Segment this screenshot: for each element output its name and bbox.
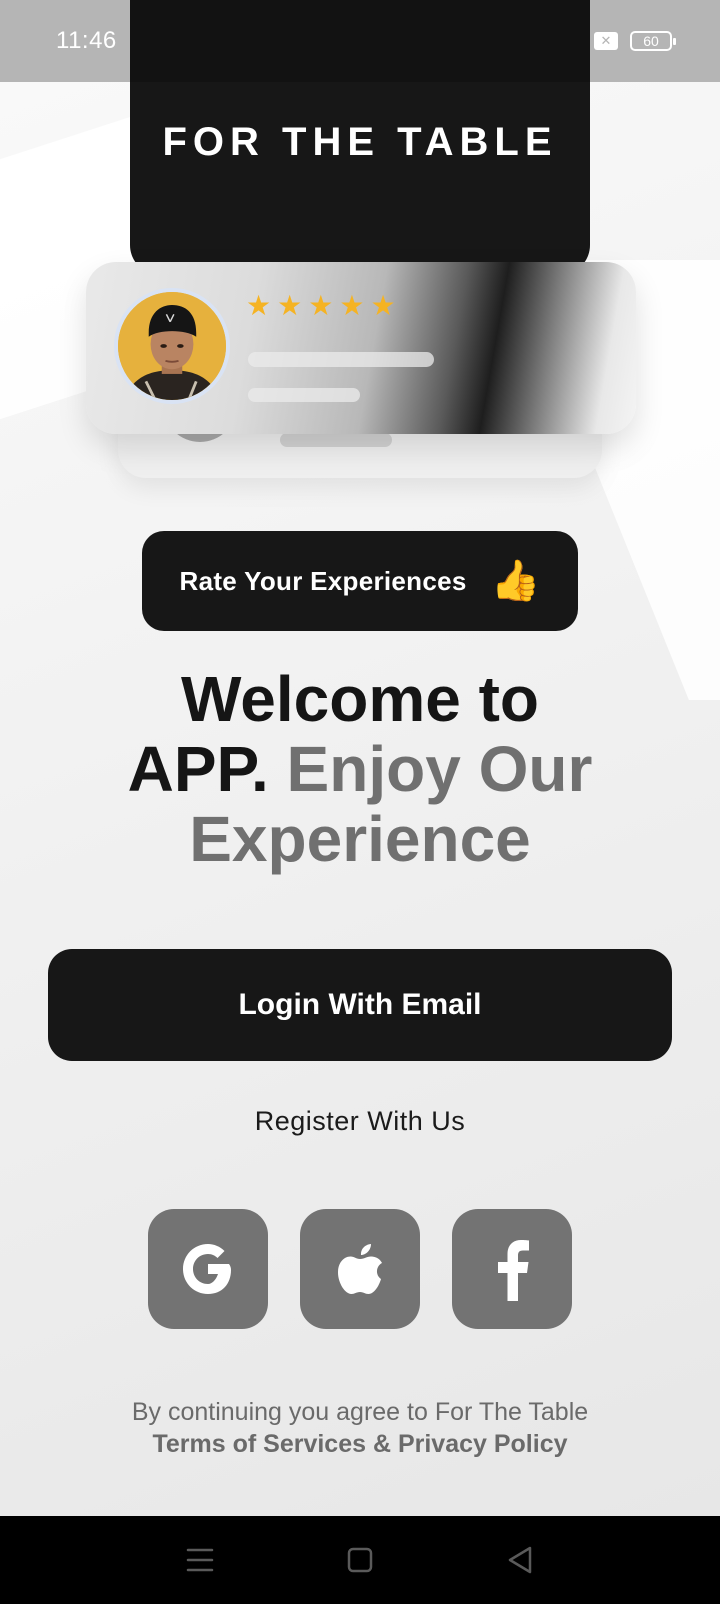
star-icon: ★ [277, 290, 303, 321]
system-nav-bar [0, 1516, 720, 1604]
thumbs-up-icon: 👍 [490, 559, 541, 603]
welcome-heading: Welcome to APP. Enjoy Our Experience [40, 664, 680, 874]
terms-privacy-link[interactable]: Terms of Services & Privacy Policy [0, 1428, 720, 1460]
google-icon [183, 1244, 231, 1294]
facebook-icon [498, 1240, 529, 1301]
login-with-email-button[interactable]: Login With Email [48, 949, 672, 1061]
status-time: 11:46 [56, 27, 117, 54]
back-button[interactable] [500, 1540, 540, 1580]
menu-icon [186, 1548, 214, 1572]
home-square-icon [347, 1547, 373, 1573]
welcome-line-3: Experience [189, 803, 531, 875]
facebook-login-button[interactable] [452, 1209, 572, 1329]
register-link[interactable]: Register With Us [0, 1106, 720, 1137]
avatar [114, 288, 230, 404]
home-button[interactable] [340, 1540, 380, 1580]
legal-text: By continuing you agree to For The Table… [0, 1396, 720, 1460]
back-triangle-icon [508, 1546, 532, 1574]
star-icon: ★ [308, 290, 334, 321]
apple-icon [338, 1244, 382, 1294]
rate-experiences-label: Rate Your Experiences [179, 565, 467, 596]
rate-experiences-button[interactable]: Rate Your Experiences 👍 [142, 531, 578, 631]
google-login-button[interactable] [148, 1209, 268, 1329]
apple-login-button[interactable] [300, 1209, 420, 1329]
legal-line-1: By continuing you agree to For The Table [131, 1398, 589, 1426]
brand-title: FOR THE TABLE [162, 120, 558, 164]
social-login-row [148, 1209, 572, 1329]
avatar-portrait-icon [118, 292, 226, 400]
review-card: ★ ★ ★ ★ ★ [86, 262, 636, 434]
welcome-line-1: Welcome to [181, 663, 539, 735]
welcome-line-2: APP. Enjoy Our [40, 734, 680, 804]
menu-button[interactable] [180, 1540, 220, 1580]
welcome-enjoy-text: Enjoy Our [286, 733, 593, 805]
rating-stars: ★ ★ ★ ★ ★ [246, 292, 396, 320]
review-text-placeholder [248, 352, 434, 367]
review-text-placeholder [248, 388, 360, 402]
battery-icon: 60 [630, 31, 676, 51]
star-icon: ★ [339, 290, 365, 321]
back-text-placeholder [280, 433, 392, 447]
welcome-screen: 11:46 ✕ 60 FOR THE TABLE ★ ★ ★ ★ ★ Rate … [0, 0, 720, 1604]
star-icon: ★ [246, 290, 272, 321]
star-icon: ★ [370, 290, 396, 321]
welcome-app-text: APP. [127, 733, 269, 805]
brand-header: FOR THE TABLE [130, 0, 590, 275]
sim-icon: ✕ [594, 32, 618, 50]
